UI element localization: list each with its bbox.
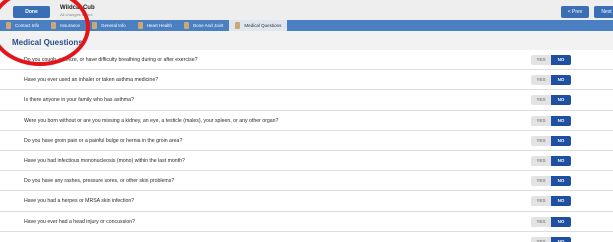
athlete-name: Wildcat Cub	[60, 5, 95, 11]
tab-bar: Contact Info Insurance General Info Heart H…	[0, 20, 613, 31]
no-option[interactable]: NO	[551, 135, 571, 146]
yes-option[interactable]: YES	[531, 55, 551, 65]
yes-option[interactable]: YES	[531, 155, 551, 166]
yes-option[interactable]: YES	[531, 216, 551, 227]
tab-label: Medical Questions	[244, 23, 282, 28]
question-text: Do you have any rashes, pressure sores, …	[24, 178, 175, 185]
yes-no-toggle: YES NO	[531, 115, 571, 126]
yes-option[interactable]: YES	[531, 176, 551, 187]
person-icon	[51, 22, 57, 29]
save-status: All changes saved	[60, 12, 93, 17]
yes-no-toggle: YES NO	[531, 75, 571, 86]
question-text: Have you had infectious mononucleosis (m…	[24, 157, 185, 164]
tab-label: General Info	[101, 23, 126, 28]
no-option[interactable]: NO	[551, 75, 571, 86]
no-option[interactable]: NO	[551, 236, 571, 242]
tab-heart-health[interactable]: Heart Health	[132, 20, 178, 31]
tab-insurance[interactable]: Insurance	[45, 20, 86, 31]
no-option[interactable]: NO	[551, 176, 571, 187]
tab-label: Heart Health	[146, 23, 173, 28]
next-button[interactable]: Next	[594, 6, 613, 18]
yes-no-toggle: YES NO	[531, 236, 571, 242]
person-icon	[184, 22, 190, 29]
question-text: Is there anyone in your family who has a…	[24, 97, 134, 104]
no-option[interactable]: NO	[551, 155, 571, 166]
question-row: Do you cough, wheeze, or have difficulty…	[0, 50, 613, 71]
title-block: Wildcat Cub All changes saved	[60, 5, 95, 17]
person-icon	[92, 22, 98, 29]
question-row: Have you had a herpes or MRSA skin infec…	[0, 191, 613, 212]
no-option[interactable]: NO	[551, 216, 571, 227]
yes-option[interactable]: YES	[531, 115, 551, 126]
tab-medical-questions[interactable]: Medical Questions	[229, 20, 288, 31]
person-icon	[137, 22, 143, 29]
question-row: YES NO	[0, 231, 613, 242]
no-option[interactable]: NO	[551, 55, 571, 65]
no-option[interactable]: NO	[551, 95, 571, 106]
yes-option[interactable]: YES	[531, 75, 551, 86]
person-icon	[6, 22, 11, 29]
yes-option[interactable]: YES	[531, 196, 551, 207]
question-text: Were you born without or are you missing…	[24, 117, 279, 124]
question-row: Have you ever used an inhaler or taken a…	[0, 70, 613, 91]
person-icon	[235, 22, 241, 29]
tab-general-info[interactable]: General Info	[86, 20, 132, 31]
done-button[interactable]: Done	[13, 6, 50, 18]
tab-bone-and-joint[interactable]: Bone And Joint	[178, 20, 229, 31]
yes-no-toggle: YES NO	[531, 55, 571, 65]
yes-option[interactable]: YES	[531, 236, 551, 242]
tab-label: Contact Info	[15, 23, 40, 28]
question-row: Were you born without or are you missing…	[0, 110, 613, 131]
yes-no-toggle: YES NO	[531, 155, 571, 166]
question-text: Do you cough, wheeze, or have difficulty…	[24, 57, 198, 63]
prev-button[interactable]: < Prev	[561, 6, 589, 18]
question-row: Do you have groin pain or a painful bulg…	[0, 130, 613, 151]
tab-label: Bone And Joint	[193, 23, 224, 28]
yes-no-toggle: YES NO	[531, 216, 571, 227]
question-list: Do you cough, wheeze, or have difficulty…	[0, 50, 613, 242]
question-row: Have you ever had a head injury or concu…	[0, 211, 613, 232]
yes-option[interactable]: YES	[531, 95, 551, 106]
question-row: Is there anyone in your family who has a…	[0, 90, 613, 111]
question-text: Have you ever had a head injury or concu…	[24, 218, 136, 225]
yes-option[interactable]: YES	[531, 135, 551, 146]
question-text: Have you ever used an inhaler or taken a…	[24, 77, 159, 84]
question-text: Do you have groin pain or a painful bulg…	[24, 137, 183, 144]
question-row: Do you have any rashes, pressure sores, …	[0, 171, 613, 192]
no-option[interactable]: NO	[551, 115, 571, 126]
no-option[interactable]: NO	[551, 196, 571, 207]
question-text: Have you had a herpes or MRSA skin infec…	[24, 198, 135, 205]
yes-no-toggle: YES NO	[531, 135, 571, 146]
question-row: Have you had infectious mononucleosis (m…	[0, 150, 613, 172]
yes-no-toggle: YES NO	[531, 196, 571, 207]
tab-label: Insurance	[60, 23, 81, 28]
yes-no-toggle: YES NO	[531, 95, 571, 106]
section-title: Medical Questions	[12, 38, 83, 47]
tab-contact-info[interactable]: Contact Info	[0, 20, 45, 31]
yes-no-toggle: YES NO	[531, 176, 571, 187]
top-toolbar: Done Wildcat Cub All changes saved < Pre…	[0, 0, 613, 20]
